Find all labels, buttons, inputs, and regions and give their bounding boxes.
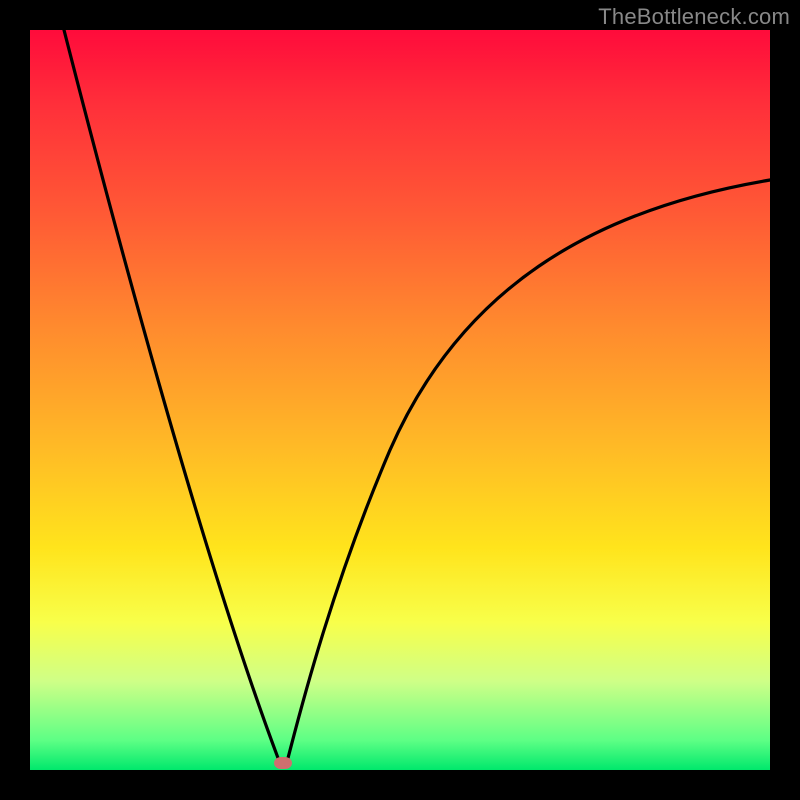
plot-area — [30, 30, 770, 770]
chart-frame: TheBottleneck.com — [0, 0, 800, 800]
bottleneck-curve — [30, 30, 770, 770]
watermark-text: TheBottleneck.com — [598, 4, 790, 30]
optimum-marker — [274, 757, 292, 769]
